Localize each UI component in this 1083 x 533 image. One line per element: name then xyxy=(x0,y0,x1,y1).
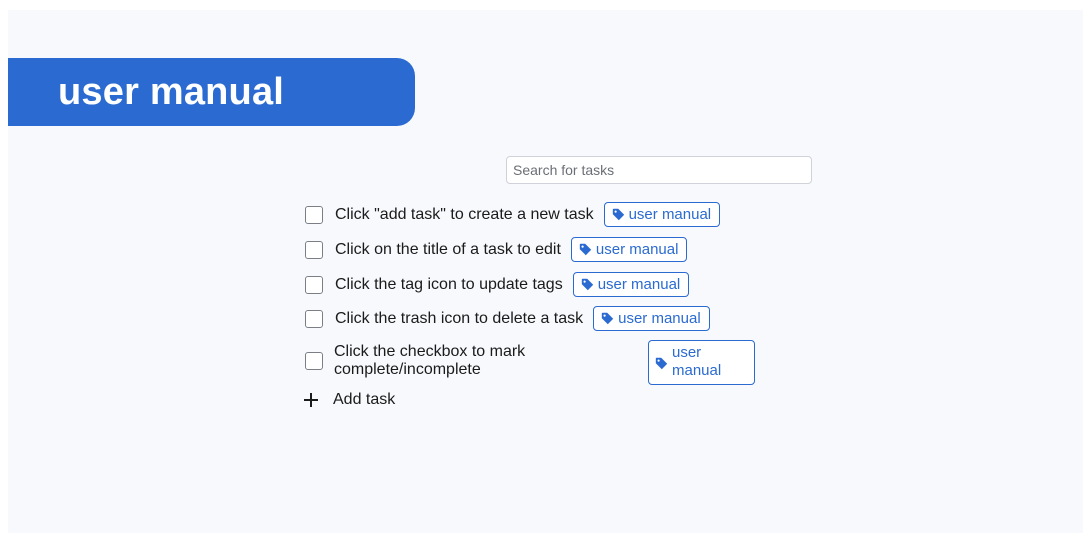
search-input[interactable] xyxy=(506,156,812,184)
task-tag[interactable]: user manual xyxy=(570,237,688,262)
tag-icon[interactable] xyxy=(601,312,614,325)
tag-icon[interactable] xyxy=(655,357,668,370)
task-checkbox[interactable] xyxy=(305,309,323,328)
task-row: Click the tag icon to update tags user m… xyxy=(305,272,690,297)
task-title[interactable]: Click "add task" to create a new task xyxy=(335,206,594,224)
task-row: Click the checkbox to mark complete/inco… xyxy=(305,340,765,385)
list-header-banner: user manual xyxy=(8,58,415,126)
tag-label: user manual xyxy=(672,344,722,379)
task-row: Click on the title of a task to edit use… xyxy=(305,237,688,262)
task-title[interactable]: Click the checkbox to mark complete/inco… xyxy=(334,343,554,379)
tag-label: user manual xyxy=(597,276,681,293)
task-tag[interactable]: user manual xyxy=(572,272,690,297)
task-row: Click the trash icon to delete a task us… xyxy=(305,306,710,331)
tag-label: user manual xyxy=(628,206,712,223)
tag-label: user manual xyxy=(618,310,701,327)
tag-icon[interactable] xyxy=(581,278,594,291)
add-task-button[interactable]: Add task xyxy=(303,391,395,409)
task-tag[interactable]: user manual xyxy=(648,340,755,385)
tag-icon[interactable] xyxy=(612,208,625,221)
list-title: user manual xyxy=(58,70,285,113)
tag-icon[interactable] xyxy=(579,243,592,256)
tag-label: user manual xyxy=(595,241,679,258)
task-title[interactable]: Click the tag icon to update tags xyxy=(335,276,563,294)
task-tag[interactable]: user manual xyxy=(603,202,721,227)
task-checkbox[interactable] xyxy=(305,352,323,370)
task-tag[interactable]: user manual xyxy=(593,306,710,331)
task-row: Click "add task" to create a new task us… xyxy=(305,202,721,227)
task-checkbox[interactable] xyxy=(305,275,323,294)
add-task-label: Add task xyxy=(333,391,396,408)
plus-icon[interactable] xyxy=(303,392,319,408)
task-checkbox[interactable] xyxy=(305,205,323,224)
task-title[interactable]: Click on the title of a task to edit xyxy=(335,241,561,259)
task-checkbox[interactable] xyxy=(305,240,323,259)
task-title[interactable]: Click the trash icon to delete a task xyxy=(335,310,583,328)
